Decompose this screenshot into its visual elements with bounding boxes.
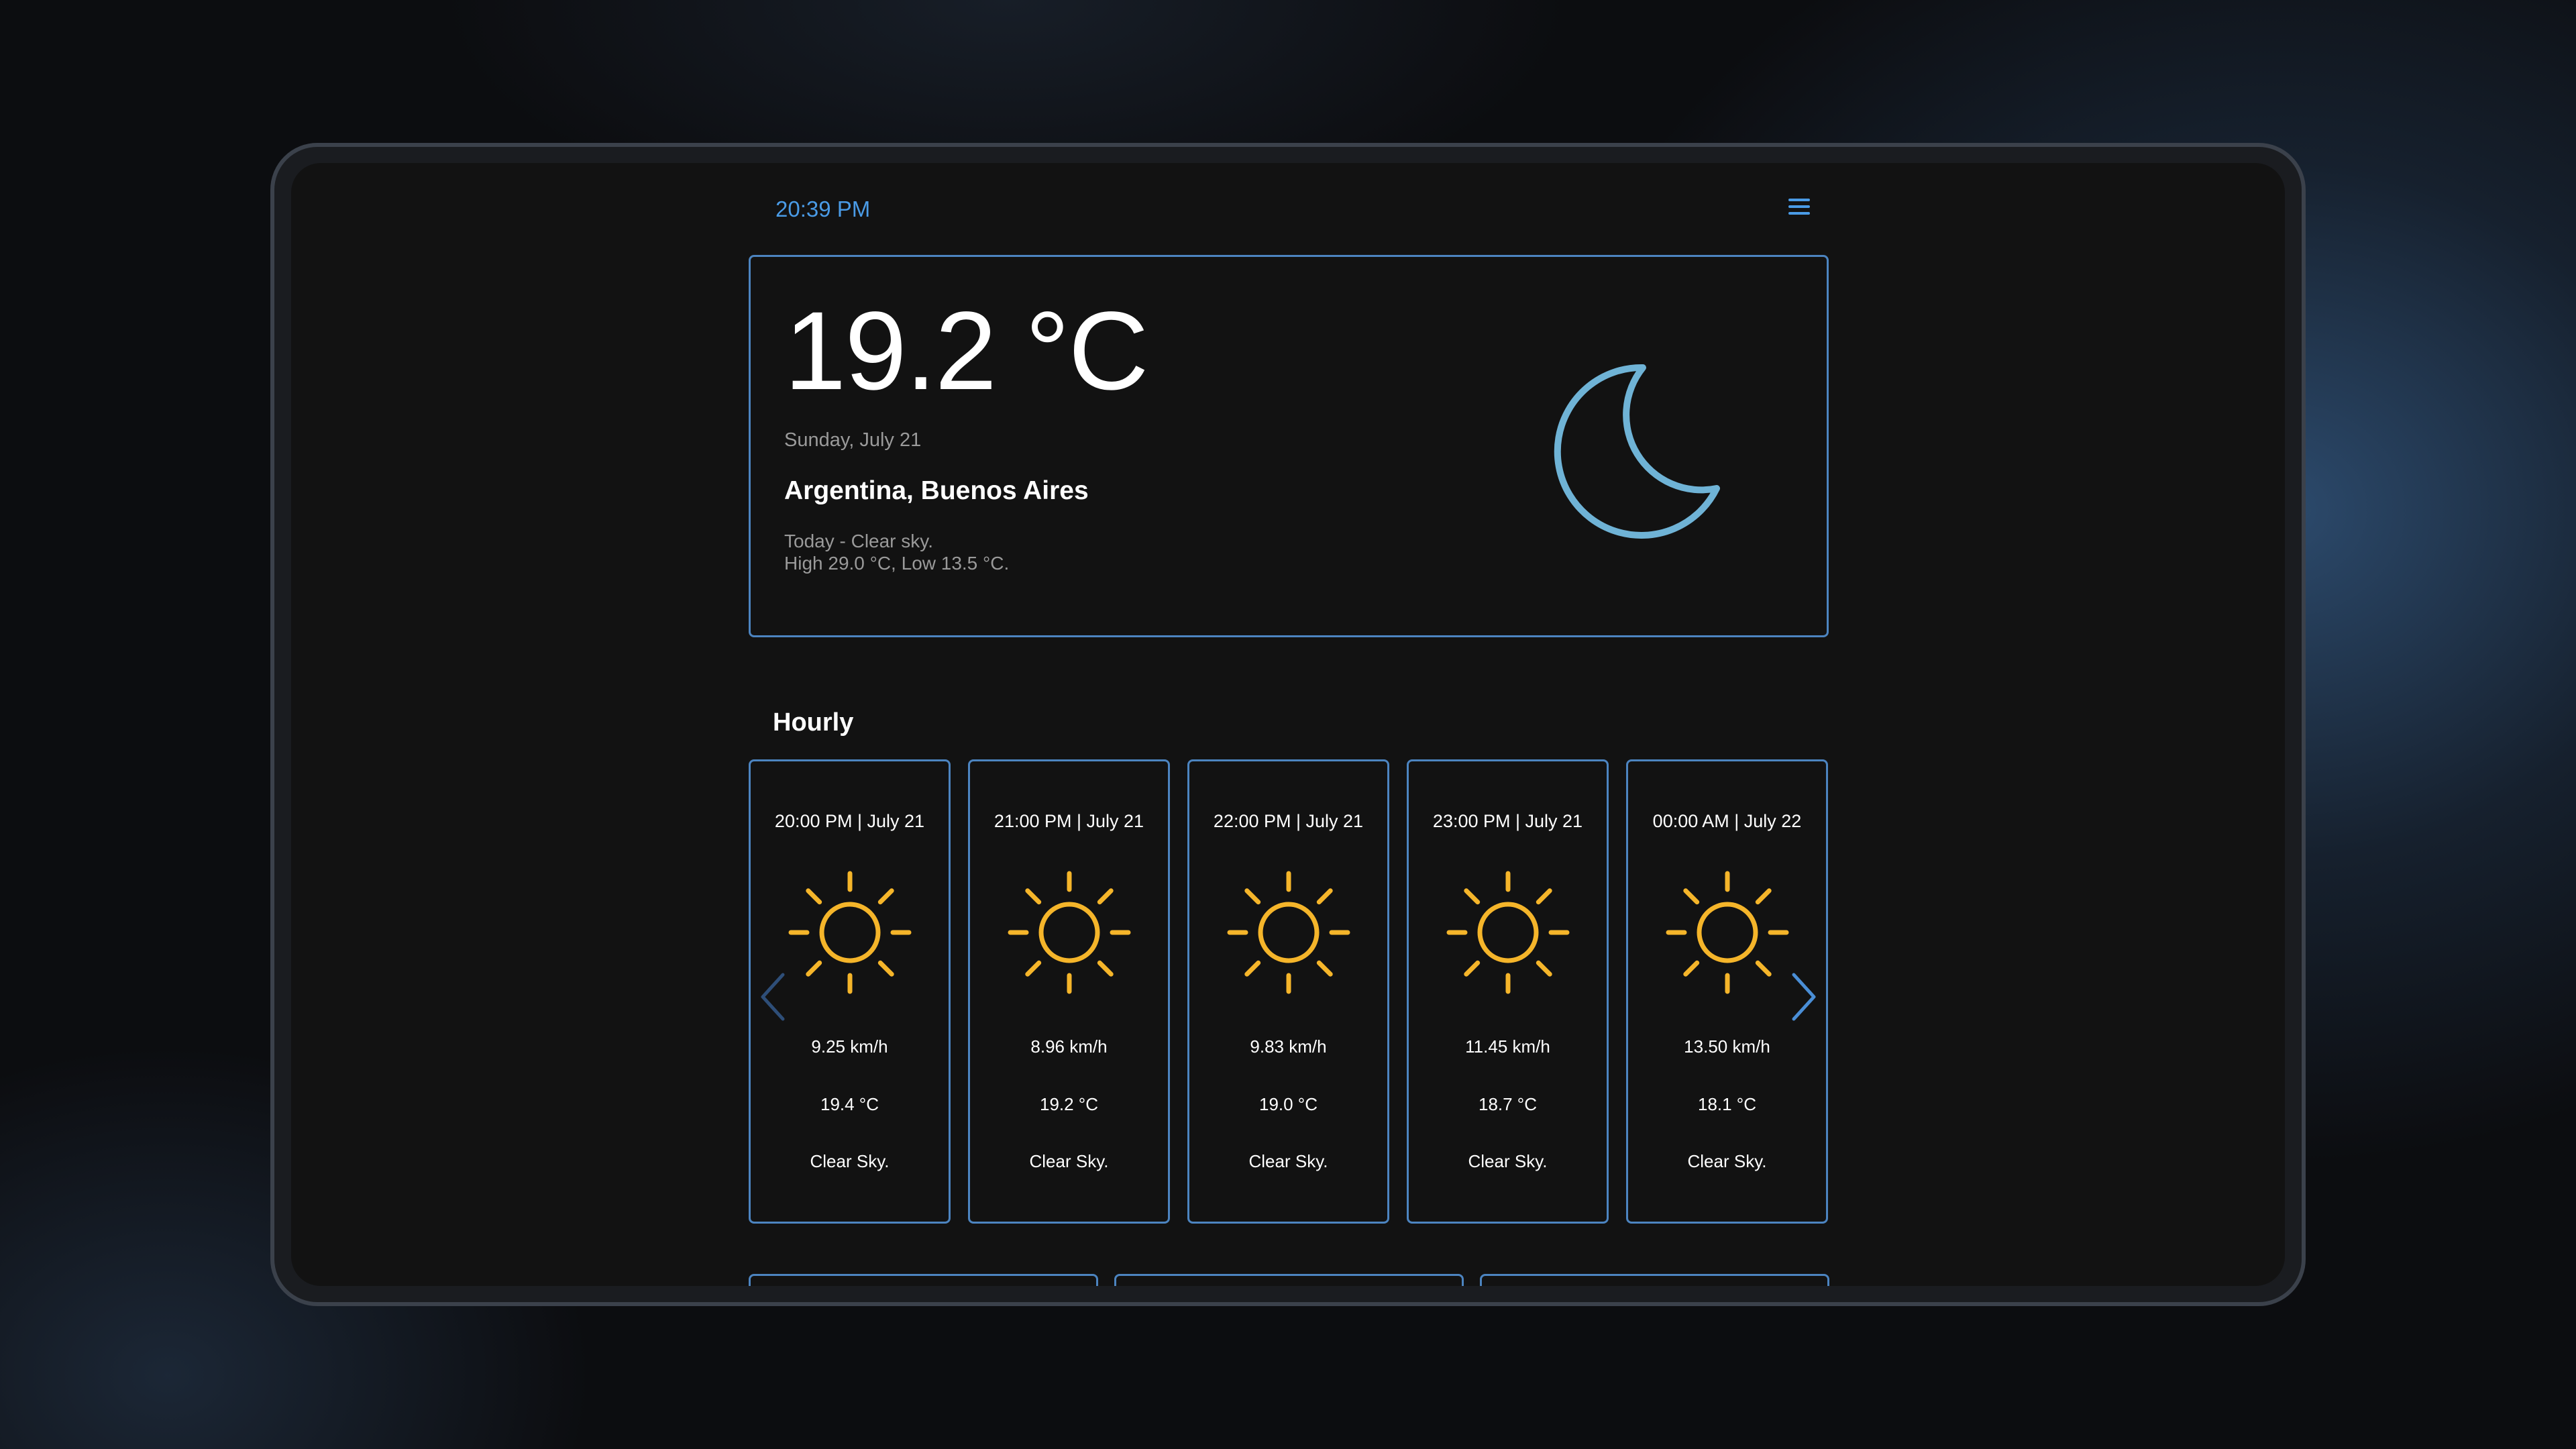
- sun-icon: [788, 871, 911, 994]
- hamburger-menu-icon[interactable]: [1788, 199, 1810, 216]
- summary-high-low: High 29.0 °C, Low 13.5 °C.: [784, 553, 1010, 574]
- location-label: Argentina, Buenos Aires: [784, 476, 1089, 505]
- hourly-card[interactable]: 21:00 PM | July 21 8.96 km/h 19.2 °C Clear …: [968, 759, 1170, 1224]
- current-temperature: 19.2 °C: [784, 289, 1148, 413]
- sun-icon: [1227, 871, 1350, 994]
- hourly-temp: 18.7 °C: [1478, 1094, 1537, 1114]
- hourly-time: 22:00 PM | July 21: [1213, 811, 1364, 831]
- hourly-time: 23:00 PM | July 21: [1432, 811, 1583, 831]
- chevron-left-icon[interactable]: [753, 967, 794, 1027]
- moon-icon: [1554, 364, 1720, 539]
- hourly-time: 20:00 PM | July 21: [774, 811, 925, 831]
- chevron-right-icon[interactable]: [1783, 967, 1823, 1027]
- hourly-temp: 19.2 °C: [1039, 1094, 1098, 1114]
- daily-card[interactable]: [749, 1274, 1098, 1286]
- hourly-condition: Clear Sky.: [1248, 1151, 1328, 1171]
- weather-summary: Today - Clear sky. High 29.0 °C, Low 13.…: [784, 530, 1009, 574]
- hourly-card[interactable]: 22:00 PM | July 21 9.83 km/h 19.0 °C Clear …: [1187, 759, 1389, 1224]
- current-weather-card: 19.2 °C Sunday, July 21 Argentina, Bueno…: [749, 255, 1829, 637]
- sun-icon: [1446, 871, 1569, 994]
- hourly-condition: Clear Sky.: [1029, 1151, 1109, 1171]
- hourly-temp: 19.0 °C: [1258, 1094, 1318, 1114]
- hourly-temp: 19.4 °C: [820, 1094, 879, 1114]
- hourly-wind: 9.83 km/h: [1250, 1036, 1327, 1057]
- daily-card[interactable]: [1114, 1274, 1464, 1286]
- app-screen: 20:39 PM 19.2 °C Sunday, July 21 Argenti…: [291, 163, 2285, 1286]
- hourly-temp: 18.1 °C: [1697, 1094, 1756, 1114]
- hourly-time: 00:00 AM | July 22: [1652, 811, 1802, 831]
- hourly-section-title: Hourly: [773, 708, 854, 737]
- sun-icon: [1666, 871, 1788, 994]
- hourly-wind: 13.50 km/h: [1684, 1036, 1770, 1057]
- hourly-condition: Clear Sky.: [810, 1151, 890, 1171]
- hourly-card[interactable]: 23:00 PM | July 21 11.45 km/h 18.7 °C Clear…: [1407, 759, 1609, 1224]
- header-clock: 20:39 PM: [775, 197, 871, 221]
- current-date: Sunday, July 21: [784, 429, 922, 451]
- hourly-wind: 8.96 km/h: [1030, 1036, 1108, 1057]
- summary-condition: Today - Clear sky.: [784, 531, 933, 551]
- hourly-condition: Clear Sky.: [1468, 1151, 1548, 1171]
- hourly-time: 21:00 PM | July 21: [994, 811, 1144, 831]
- hourly-condition: Clear Sky.: [1687, 1151, 1767, 1171]
- sun-icon: [1008, 871, 1130, 994]
- hourly-wind: 11.45 km/h: [1465, 1036, 1550, 1057]
- daily-card[interactable]: [1480, 1274, 1829, 1286]
- hourly-wind: 9.25 km/h: [811, 1036, 888, 1057]
